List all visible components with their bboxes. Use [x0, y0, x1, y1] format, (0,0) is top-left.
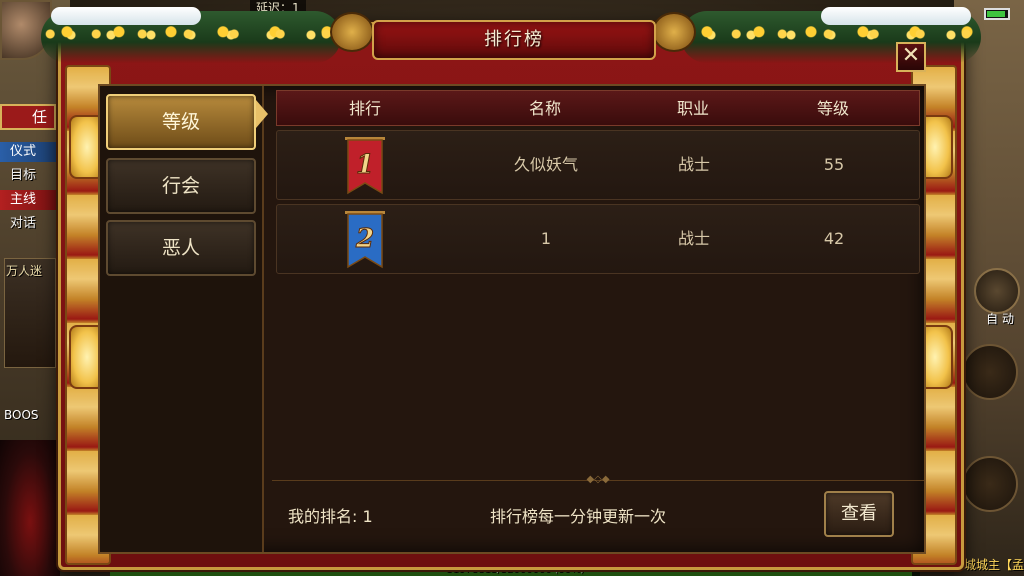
close-button[interactable]: ✕ — [896, 42, 926, 72]
task-tag-ritual[interactable]: 仪式 — [0, 142, 56, 162]
leaderboard-footer: ◆◇◆ 我的排名: 1 排行榜每一分钟更新一次 查看 — [272, 475, 924, 552]
boss-label[interactable]: BOOS — [4, 408, 39, 422]
player-level-cell: 55 — [823, 155, 845, 174]
game-screen: 延迟：1 任 仪式 目标 主线 对话 万人迷 BOOS 自 动 沙城城主【孟 3… — [0, 0, 1024, 576]
category-tab-guild[interactable]: 行会 — [106, 158, 256, 214]
snow-decoration — [51, 7, 201, 25]
player-character — [0, 440, 60, 576]
category-tab-level[interactable]: 等级 — [106, 94, 256, 150]
player-class-cell: 战士 — [677, 229, 710, 248]
dragon-ornament-icon — [652, 12, 696, 52]
attack-button[interactable] — [962, 456, 1018, 512]
skill-button[interactable] — [962, 344, 1018, 400]
column-header-class: 职业 — [676, 99, 709, 118]
auto-battle-label: 自 动 — [986, 312, 1014, 326]
column-header-rank: 排行 — [348, 99, 381, 118]
window-title: 排行榜 — [484, 29, 544, 50]
task-text-ritual[interactable]: 目标 — [10, 164, 36, 183]
view-button[interactable]: 查看 — [824, 491, 894, 537]
column-header-name: 名称 — [528, 99, 561, 118]
category-tab-villain[interactable]: 恶人 — [106, 220, 256, 276]
npc-label: 万人迷 — [6, 264, 43, 278]
rank-number: 2 — [355, 224, 374, 254]
task-tag-main[interactable]: 主线 — [0, 190, 56, 210]
player-level-cell: 42 — [823, 229, 845, 248]
snow-decoration — [821, 7, 971, 25]
table-row[interactable]: 2 1 战士 42 — [276, 204, 920, 274]
task-panel-tab-label: 任 — [32, 108, 48, 126]
column-header-level: 等级 — [816, 99, 849, 118]
active-tab-arrow-icon — [256, 100, 268, 128]
auto-battle-button[interactable] — [974, 268, 1020, 314]
divider-ornament-icon: ◆◇◆ — [586, 474, 610, 485]
my-rank-label: 我的排名: 1 — [288, 507, 373, 526]
rank-number: 1 — [356, 150, 374, 180]
task-panel-tab[interactable]: 任 — [0, 104, 56, 130]
table-row[interactable]: 1 久似妖气 战士 55 — [276, 130, 920, 200]
category-sidebar: 等级 行会 恶人 — [100, 86, 268, 552]
battery-icon — [984, 8, 1010, 20]
player-name-cell: 久似妖气 — [513, 155, 578, 174]
dragon-ornament-icon — [330, 12, 374, 52]
task-text-main[interactable]: 对话 — [10, 212, 36, 231]
update-frequency-note: 排行榜每一分钟更新一次 — [490, 507, 667, 526]
player-name-cell: 1 — [540, 229, 552, 248]
rank-ribbon-icon: 2 — [345, 211, 385, 269]
player-class-cell: 战士 — [677, 155, 710, 174]
rank-ribbon-icon: 1 — [345, 137, 385, 195]
leaderboard-panel: 等级 行会 恶人 排行 名称 职业 等级 1 久似妖气 战士 55 2 1 战士… — [98, 84, 926, 554]
table-header: 排行 名称 职业 等级 — [276, 90, 920, 126]
window-title-plaque: 排行榜 — [372, 20, 656, 60]
